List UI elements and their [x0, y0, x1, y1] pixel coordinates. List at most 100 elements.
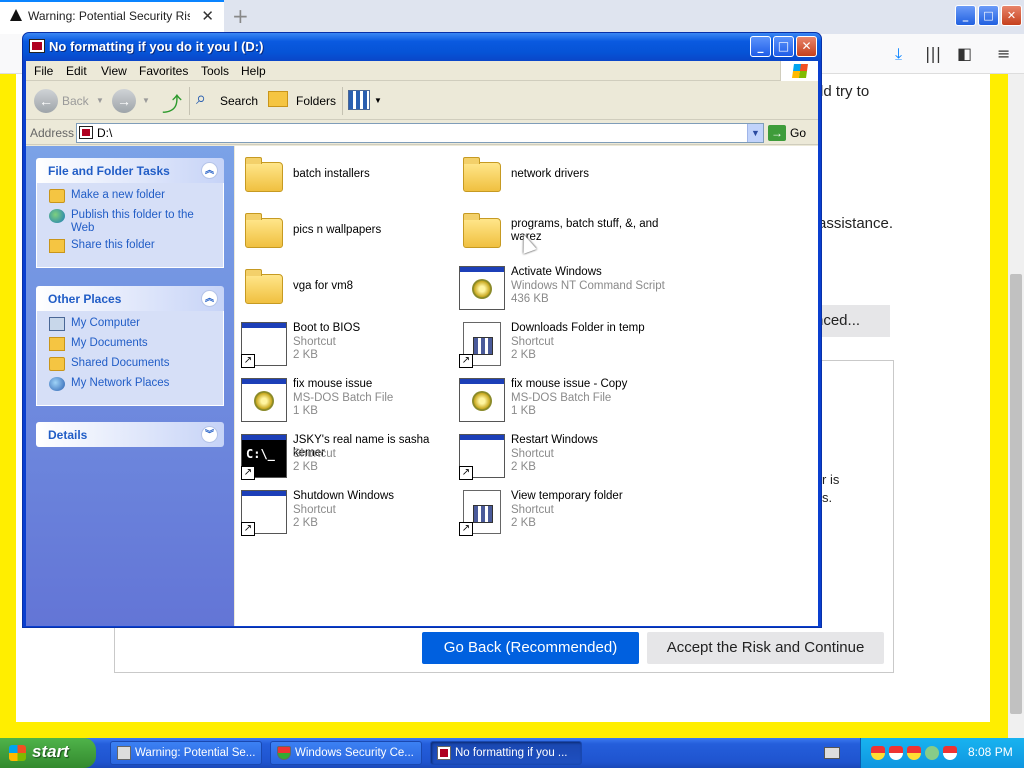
views-dropdown-icon[interactable]: ▼ [374, 96, 382, 105]
file-item[interactable]: ↗ Downloads Folder in temp Shortcut 2 KB [459, 320, 674, 370]
browser-close-button[interactable]: ✕ [1001, 5, 1022, 26]
details-header[interactable]: Details ︾ [36, 422, 224, 447]
up-folder-icon[interactable]: ⤴ [162, 88, 182, 117]
file-folder-tasks-title: File and Folder Tasks [48, 164, 170, 178]
security-shield-icon[interactable] [871, 746, 885, 760]
folder-icon [241, 154, 289, 200]
address-box[interactable]: ▼ [76, 123, 764, 143]
menu-help[interactable]: Help [241, 64, 266, 78]
file-item[interactable]: ↗ Shutdown Windows Shortcut 2 KB [241, 488, 456, 538]
shortcut-window-icon: ↗ [241, 322, 289, 368]
menu-icon[interactable]: ≡ [997, 44, 1010, 63]
security-alert-icon[interactable] [943, 746, 957, 760]
place-label: My Documents [71, 337, 148, 349]
task-make-new-folder[interactable]: Make a new folder [47, 189, 219, 209]
go-button-label[interactable]: Go [790, 126, 806, 140]
collapse-chevron-icon[interactable]: ︽ [201, 290, 218, 307]
address-input[interactable] [97, 126, 727, 140]
explorer-title-bar[interactable]: No formatting if you do it you l (D:) _ … [23, 33, 821, 61]
file-item[interactable]: fix mouse issue MS-DOS Batch File 1 KB [241, 376, 456, 426]
start-button[interactable]: start [0, 738, 96, 768]
other-places-header[interactable]: Other Places ︽ [36, 286, 224, 311]
menu-file[interactable]: File [34, 64, 53, 78]
place-my-network-places[interactable]: My Network Places [47, 377, 219, 397]
file-name: batch installers [293, 168, 370, 180]
start-label: start [32, 742, 69, 761]
expand-chevron-icon[interactable]: ︾ [201, 426, 218, 443]
file-item[interactable]: batch installers [241, 152, 456, 202]
browser-tab[interactable]: Warning: Potential Security Risk Ahead ✕ [0, 0, 224, 34]
clock[interactable]: 8:08 PM [968, 745, 1013, 759]
browser-scrollbar[interactable] [1008, 74, 1024, 738]
file-item[interactable]: Activate Windows Windows NT Command Scri… [459, 264, 674, 314]
file-size: 2 KB [511, 461, 536, 473]
taskbar-item-security-center[interactable]: Windows Security Ce... [270, 741, 422, 765]
new-folder-icon [49, 189, 65, 203]
file-item[interactable]: pics n wallpapers [241, 208, 456, 258]
go-arrow-icon[interactable]: → [768, 125, 786, 141]
new-tab-icon[interactable]: + [232, 4, 249, 28]
close-button[interactable]: ✕ [796, 36, 817, 57]
file-item[interactable]: network drivers [459, 152, 674, 202]
go-back-button[interactable]: Go Back (Recommended) [422, 632, 639, 664]
close-tab-icon[interactable]: ✕ [201, 7, 214, 25]
accept-risk-button[interactable]: Accept the Risk and Continue [647, 632, 884, 664]
downloads-icon[interactable]: ⤓ [895, 44, 902, 64]
menu-favorites[interactable]: Favorites [139, 64, 188, 78]
library-icon[interactable]: ||| [925, 44, 941, 63]
keyboard-icon[interactable] [824, 747, 840, 759]
folders-button-label[interactable]: Folders [296, 94, 336, 108]
file-item[interactable]: ↗ View temporary folder Shortcut 2 KB [459, 488, 674, 538]
forward-arrow-icon[interactable]: → [112, 89, 136, 113]
menu-edit[interactable]: Edit [66, 64, 87, 78]
security-alert-icon[interactable] [889, 746, 903, 760]
warning-border-right [990, 74, 1008, 738]
file-item[interactable]: ↗ Boot to BIOS Shortcut 2 KB [241, 320, 456, 370]
task-share-folder[interactable]: Share this folder [47, 239, 219, 259]
file-item[interactable]: vga for vm8 [241, 264, 456, 314]
file-folder-tasks-header[interactable]: File and Folder Tasks ︽ [36, 158, 224, 183]
browser-minimize-button[interactable]: _ [955, 5, 976, 26]
file-item[interactable]: ↗ Restart Windows Shortcut 2 KB [459, 432, 674, 482]
file-item[interactable]: fix mouse issue - Copy MS-DOS Batch File… [459, 376, 674, 426]
place-my-computer[interactable]: My Computer [47, 317, 219, 337]
scrollbar-thumb[interactable] [1010, 274, 1022, 714]
search-icon[interactable]: ⌕ [196, 88, 206, 109]
task-publish-folder[interactable]: Publish this folder to the Web [47, 209, 219, 239]
taskbar-item-explorer[interactable]: No formatting if you ... [430, 741, 582, 765]
back-button-label[interactable]: Back [62, 94, 89, 108]
toolbar-separator [342, 87, 343, 115]
file-item[interactable]: programs, batch stuff, &, and warez [459, 208, 674, 258]
browser-maximize-button[interactable]: □ [978, 5, 999, 26]
shared-documents-icon [49, 357, 65, 371]
network-icon[interactable] [925, 746, 939, 760]
shortcut-arrow-icon: ↗ [241, 354, 255, 368]
maximize-button[interactable]: □ [773, 36, 794, 57]
file-name: Downloads Folder in temp [511, 322, 645, 334]
place-my-documents[interactable]: My Documents [47, 337, 219, 357]
folders-icon[interactable] [268, 91, 288, 107]
shortcut-arrow-icon: ↗ [459, 354, 473, 368]
menu-tools[interactable]: Tools [201, 64, 229, 78]
file-name: pics n wallpapers [293, 224, 382, 236]
menu-view[interactable]: View [101, 64, 127, 78]
back-dropdown-icon[interactable]: ▼ [96, 96, 104, 105]
network-places-icon [49, 377, 65, 391]
search-button-label[interactable]: Search [220, 94, 258, 108]
security-shield-icon[interactable] [907, 746, 921, 760]
file-folder-tasks-list: Make a new folder Publish this folder to… [36, 183, 224, 268]
file-type: Windows NT Command Script [511, 280, 665, 292]
folder-icon [241, 266, 289, 312]
place-shared-documents[interactable]: Shared Documents [47, 357, 219, 377]
windows-flag-icon [9, 745, 26, 761]
address-dropdown-icon[interactable]: ▼ [747, 124, 763, 142]
collapse-chevron-icon[interactable]: ︽ [201, 162, 218, 179]
shortcut-document-icon: ↗ [459, 322, 507, 368]
back-arrow-icon[interactable]: ← [34, 89, 58, 113]
views-icon[interactable] [348, 90, 370, 110]
file-item[interactable]: C:\_ ↗ JSKY's real name is sasha kemer Sh… [241, 432, 456, 482]
sidebar-icon[interactable]: ◧ [957, 44, 972, 63]
forward-dropdown-icon[interactable]: ▼ [142, 96, 150, 105]
minimize-button[interactable]: _ [750, 36, 771, 57]
taskbar-item-browser[interactable]: Warning: Potential Se... [110, 741, 262, 765]
